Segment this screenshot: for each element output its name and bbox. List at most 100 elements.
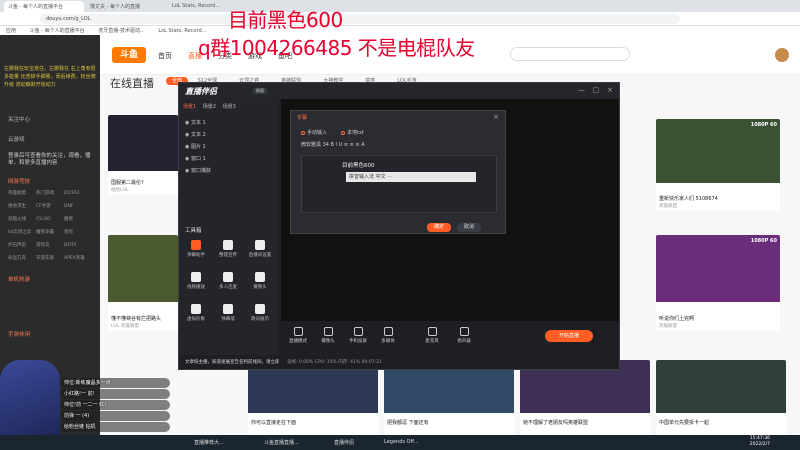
close-icon[interactable]: × [607, 86, 613, 94]
media-button[interactable]: 多媒体 [377, 327, 399, 344]
stream-card[interactable]: 国服第二最伦? 哈哈LOL [108, 115, 178, 195]
category-link[interactable]: 魔兽 [64, 213, 92, 226]
camera-button[interactable]: 摄像头 [317, 327, 339, 344]
lyrics-icon [255, 304, 265, 314]
category-link[interactable]: 热门游戏 [36, 187, 64, 200]
source-item[interactable]: ◉ 文本 1 [185, 119, 206, 126]
app-notice: 文章快主播，知道发展宣告名利前线间，请立即联络与官组首 [185, 360, 279, 365]
maximize-icon[interactable]: □ [592, 86, 599, 94]
tool-danmaku-wall[interactable]: 弹幕墙 [215, 303, 241, 327]
radio-dot-icon [301, 130, 305, 135]
category-link[interactable]: DOTA2 [64, 187, 92, 200]
subtitle-textarea[interactable]: 目前黑色600 拼音输入法 中文 ··· [301, 155, 497, 213]
chat-message: 小红路!一 前! [60, 389, 170, 399]
category-link[interactable]: DOTA [64, 239, 92, 252]
page-title: 在线直播 [110, 77, 154, 90]
radio-manual[interactable]: 手动输入 [301, 129, 327, 136]
minimize-icon[interactable]: — [578, 86, 585, 94]
category-link[interactable]: APEX英雄 [64, 252, 92, 265]
nav-home[interactable]: 首页 [158, 51, 172, 61]
stream-card[interactable]: 她不理解了老朋友吗英雄联盟 [520, 360, 650, 435]
browser-tab-1[interactable]: 斗鱼 - 每个人的直播平台 [4, 1, 84, 12]
radio-txt[interactable]: 本地txt [341, 129, 364, 136]
taskbar-item[interactable]: 斗鱼直播直播... [260, 437, 303, 448]
source-item[interactable]: ◉ 文本 2 [185, 131, 206, 138]
tool-camera[interactable]: 摄像头 [247, 271, 273, 295]
media-icon [383, 327, 393, 336]
streamer-name: 英雄联盟 [659, 204, 677, 209]
taskbar-item[interactable]: 直播伴侣 [330, 437, 358, 448]
stream-card[interactable]: 你可以直接走在下面 [248, 360, 378, 435]
sidebar-item-follow[interactable]: 关注中心 [8, 115, 30, 123]
tool-video[interactable]: 视频播放 [183, 271, 209, 295]
category-link[interactable]: 星际 [64, 226, 92, 239]
ime-candidate-bar[interactable]: 拼音输入法 中文 ··· [346, 172, 476, 182]
stream-card[interactable]: 懂不懂峡谷有拦把路头 LOL 英雄联盟 [108, 235, 178, 331]
scene-tab[interactable]: 场景2 [203, 104, 216, 110]
category-link[interactable]: DNF [64, 200, 92, 213]
source-item[interactable]: ◉ 窗口 1 [185, 155, 206, 162]
category-link[interactable]: 冒险岛 [36, 239, 64, 252]
category-link[interactable]: CS:GO [36, 213, 64, 226]
bookmark-item[interactable]: 虎牙直播-技术驱动... [98, 28, 145, 34]
url-input[interactable]: douyu.com/g_LOL [40, 14, 680, 24]
sidebar-section-title: 网游竞技 [8, 179, 31, 185]
scene-tab[interactable]: 场景3 [223, 104, 236, 110]
stream-thumbnail [108, 235, 178, 303]
close-icon[interactable]: × [493, 113, 499, 121]
tool-multi-mic[interactable]: 多人连麦 [215, 271, 241, 295]
category-link[interactable]: 绝地求生 [8, 200, 36, 213]
phone-cast-button[interactable]: 手机投屏 [347, 327, 369, 344]
address-bar: douyu.com/g_LOL [0, 12, 800, 26]
subtitle-text: 目前黑色600 [342, 163, 375, 169]
app-left-panel: 场景1 场景2 场景3 ◉ 文本 1 ◉ 文本 2 ◉ 图片 1 ◉ 窗口 1 … [179, 99, 279, 355]
microphone-button[interactable]: 麦克风 [421, 327, 443, 344]
taskbar: 直播推荐大... 斗鱼直播直播... 直播伴侣 Legends Off... 1… [0, 435, 800, 450]
category-link[interactable]: 穿越火线 [8, 213, 36, 226]
stream-thumbnail [656, 235, 780, 303]
stream-thumbnail [108, 115, 178, 171]
taskbar-item[interactable]: Legends Off... [380, 437, 423, 448]
stream-card[interactable]: 1080P 60 听说你们上完啊 英雄联盟 [656, 235, 780, 331]
tool-lyrics[interactable]: 歌词展示 [247, 303, 273, 327]
tool-avatar[interactable]: 虚拟形象 [183, 303, 209, 327]
danmaku-icon [191, 240, 201, 250]
stream-card[interactable]: 1080P 60 重新快乐家人们 5108674 英雄联盟 [656, 119, 780, 211]
category-link[interactable]: 命运方舟 [8, 252, 36, 265]
bookmark-item[interactable]: 斗鱼 - 每个人的直播平台 [30, 28, 85, 34]
sidebar-category-grid: 英雄联盟 热门游戏 DOTA2 绝地求生 CF手游 DNF 穿越火线 CS:GO 魔兽 lo… [8, 187, 98, 265]
tool-room-settings[interactable]: 直播间设置 [247, 239, 273, 263]
category-link[interactable]: 守望先锋 [36, 252, 64, 265]
browser-tab-2[interactable]: 撸丈夫 - 每个人的直播 [86, 1, 166, 12]
taskbar-item[interactable]: 直播推荐大... [190, 437, 228, 448]
avatar[interactable] [775, 48, 789, 62]
cancel-button[interactable]: 取消 [457, 223, 481, 232]
search-input[interactable] [510, 47, 630, 61]
stream-card[interactable]: 中国单元先要拆卡一起 [656, 360, 786, 435]
sidebar-section-title: 手游休闲 [8, 332, 31, 338]
sidebar-item-cloudgame[interactable]: 云游戏 [8, 135, 25, 143]
source-item[interactable]: ◉ 图片 1 [185, 143, 206, 150]
category-link[interactable]: CF手游 [36, 200, 64, 213]
version-badge: 新版 [253, 88, 267, 94]
site-logo[interactable]: 斗鱼 [112, 47, 146, 63]
category-link[interactable]: 英雄联盟 [8, 187, 36, 200]
ok-button[interactable]: 确定 [427, 223, 451, 232]
scene-tabs: 场景1 场景2 场景3 [183, 103, 241, 110]
category-link[interactable]: lol云顶之弈 [8, 226, 36, 239]
microphone-icon [427, 327, 437, 336]
bookmark-item[interactable]: 应用 [6, 28, 16, 34]
scene-tab[interactable]: 场景1 [183, 104, 196, 110]
system-clock[interactable]: 15:47:36 2022/2/7 [750, 436, 770, 448]
speaker-button[interactable]: 扬声器 [453, 327, 475, 344]
tool-promo[interactable]: 整理宣传 [215, 239, 241, 263]
tool-danmaku[interactable]: 弹幕助手 [183, 239, 209, 263]
stream-card[interactable]: 把我都逗 下面还有 [384, 360, 514, 435]
category-link[interactable]: 炉石传说 [8, 239, 36, 252]
category-link[interactable]: 魔兽争霸 [36, 226, 64, 239]
live-mode-button[interactable]: 直播模式 [287, 327, 309, 344]
format-toolbar[interactable]: 微软雅黑 34 B I U ≡ ≡ ≡ A [301, 141, 365, 148]
app-titlebar: 直播伴侣 新版 — □ × [179, 83, 619, 99]
source-item[interactable]: ◉ 窗口捕获 [185, 167, 211, 174]
start-live-button[interactable]: 开始直播 [545, 330, 593, 342]
